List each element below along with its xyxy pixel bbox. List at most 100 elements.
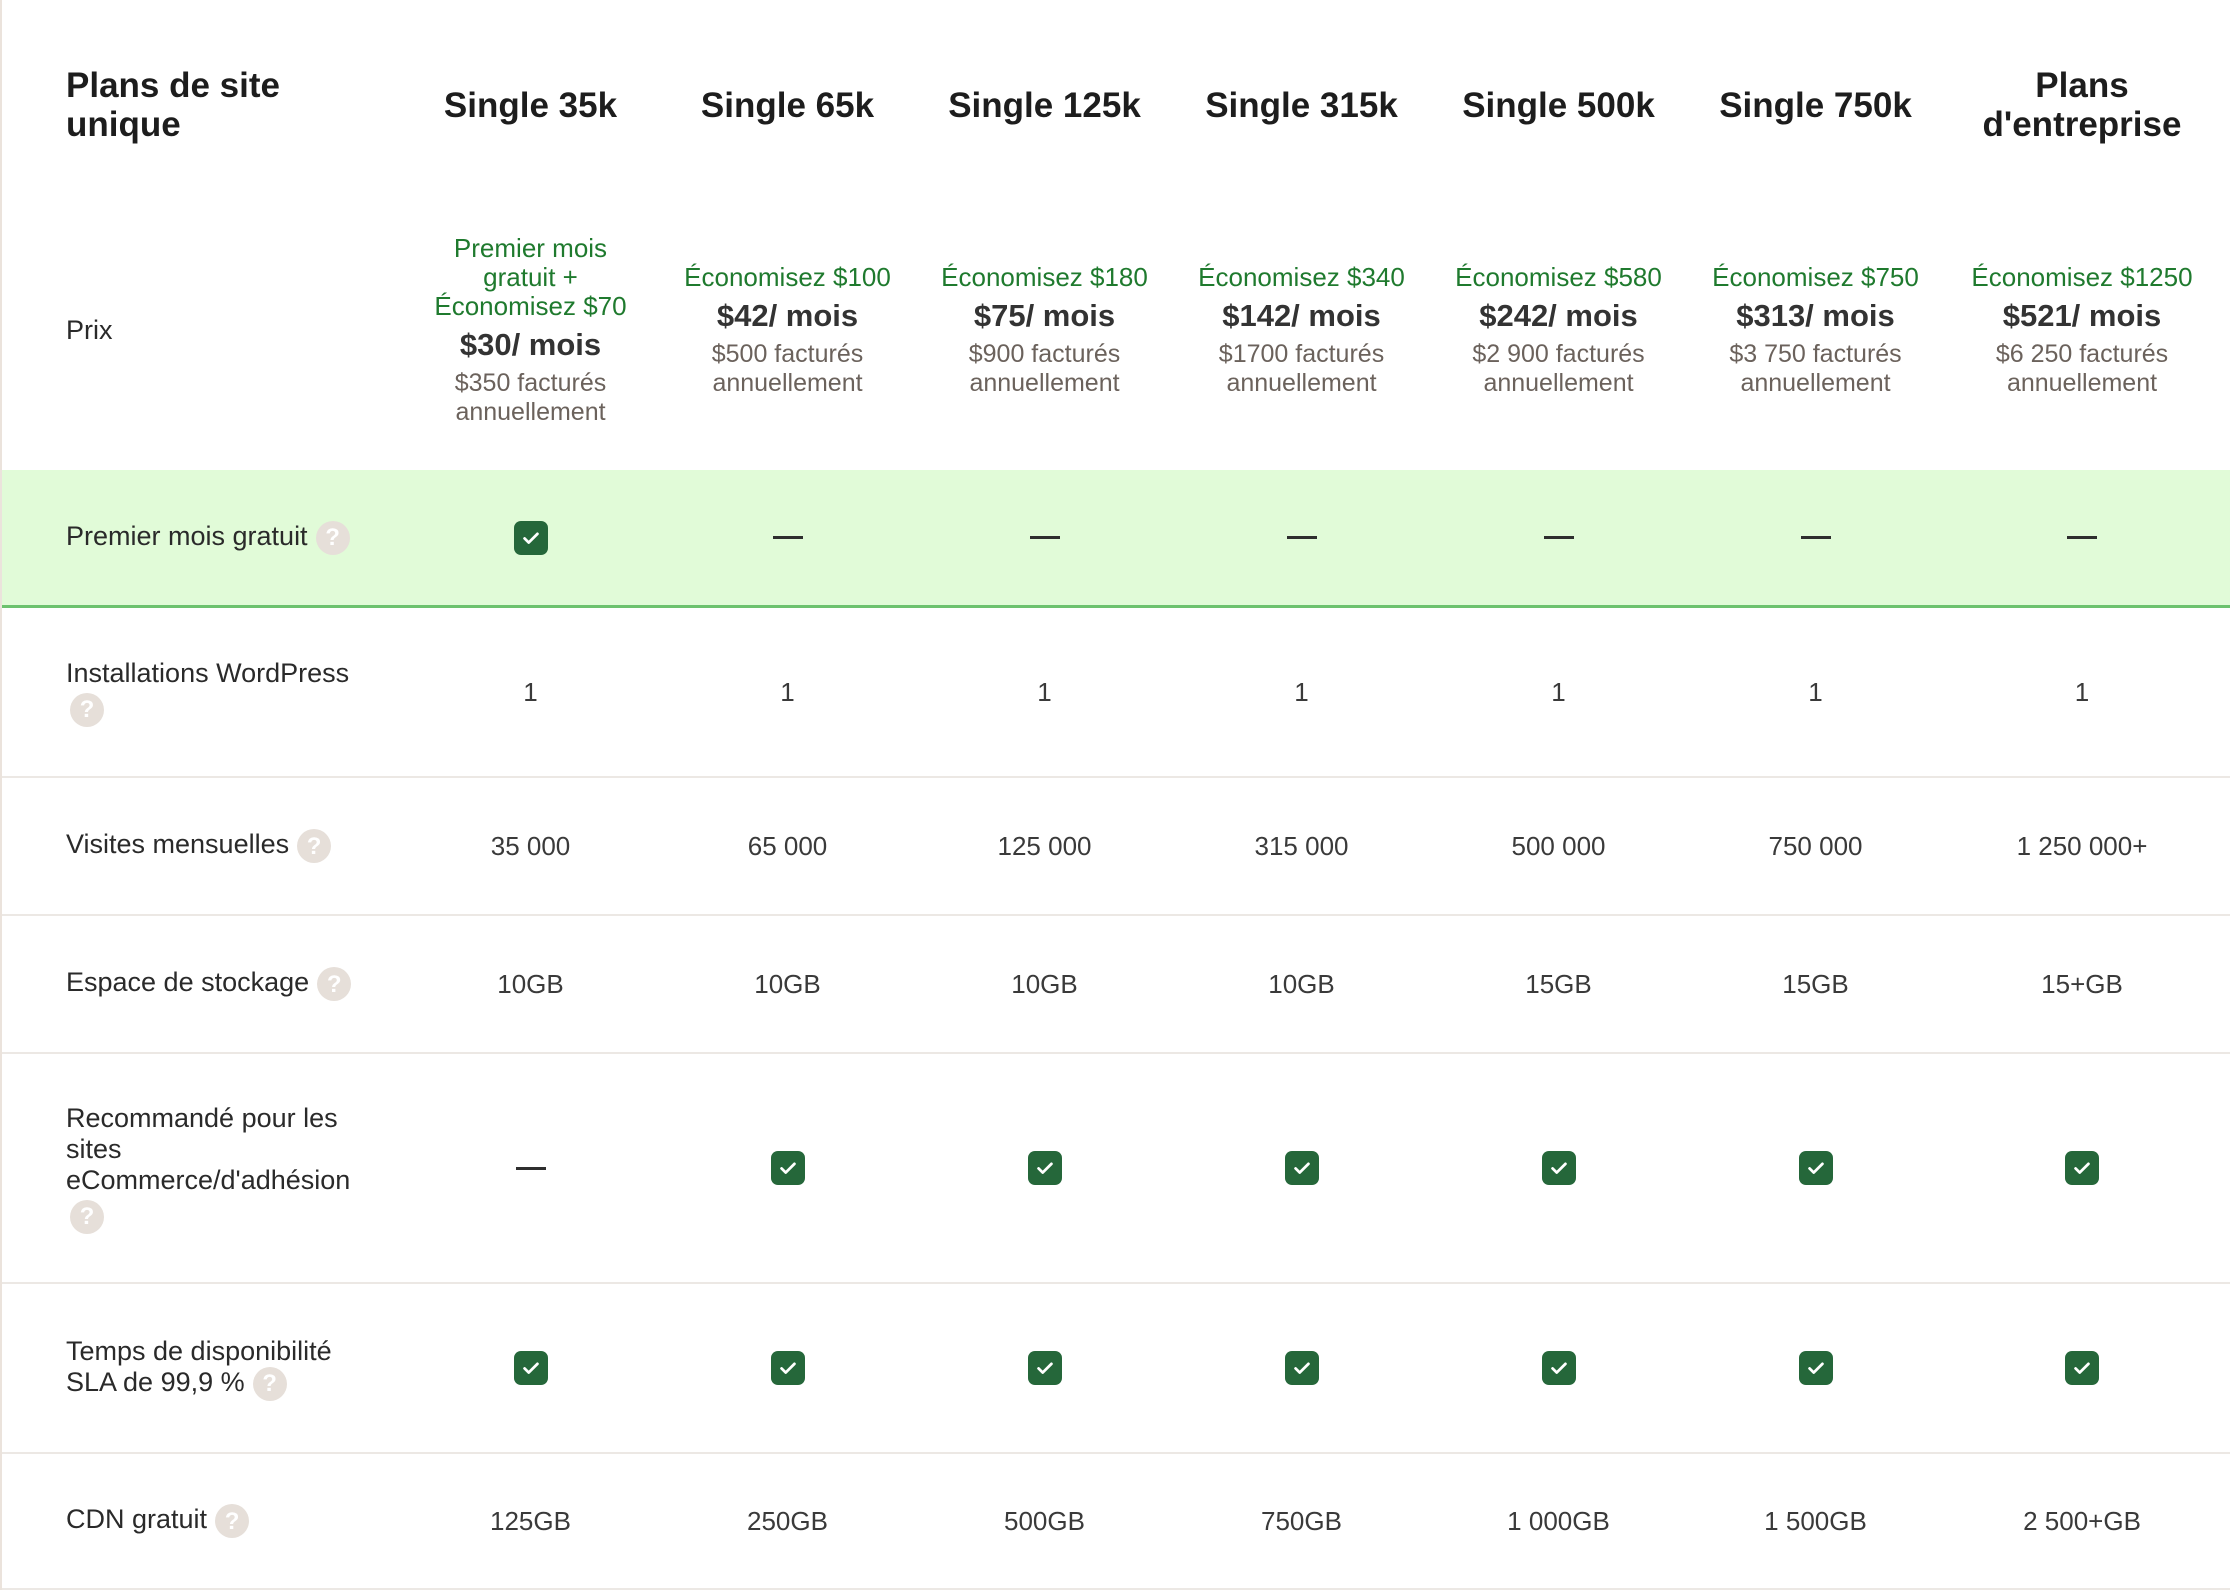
cell-value: 10GB (1011, 968, 1078, 999)
feature-cell (1173, 1151, 1430, 1185)
plan-name-5: Single 750k (1719, 85, 1912, 125)
feature-cell: 10GB (1173, 969, 1430, 1000)
feature-label: Visites mensuelles? (2, 829, 402, 863)
plan-name-2: Single 125k (948, 85, 1141, 125)
feature-label: Premier mois gratuit? (2, 520, 402, 555)
help-icon[interactable]: ? (297, 829, 332, 863)
feature-cell (402, 520, 659, 555)
feature-label-text: Recommandé pour les sites eCommerce/d'ad… (66, 1102, 351, 1195)
feature-cell: 1 (1430, 677, 1687, 708)
feature-cell (1687, 1351, 1944, 1385)
savings-text: Premier mois gratuit + Économisez $70 (434, 232, 627, 321)
feature-row: Installations WordPress? 1 1 1 1 1 1 1 (2, 608, 2230, 778)
feature-cell: 750GB (1173, 1506, 1430, 1537)
check-icon (2065, 1151, 2099, 1185)
feature-cell: 315 000 (1173, 831, 1430, 862)
pricing-comparison-table: Plans de site unique Single 35k Single 6… (0, 0, 2230, 1590)
cell-value: 1 500GB (1764, 1505, 1867, 1536)
help-icon[interactable]: ? (317, 967, 352, 1001)
check-icon (513, 1351, 548, 1385)
annual-billing: $900 facturés annuellement (968, 339, 1121, 397)
feature-label: CDN gratuit? (2, 1504, 402, 1538)
annual-billing: $2 900 facturés annuellement (1472, 339, 1645, 397)
feature-label: Espace de stockage? (2, 967, 402, 1001)
monthly-price: $75/ mois (973, 297, 1116, 333)
feature-cell: 125 000 (916, 831, 1173, 862)
cell-value: 15GB (1782, 968, 1849, 999)
feature-cell (659, 1151, 916, 1185)
annual-billing: $1700 facturés annuellement (1218, 339, 1385, 397)
table-title: Plans de site unique (66, 66, 280, 144)
feature-cell: 1 (659, 677, 916, 708)
plan-header-row: Plans de site unique Single 35k Single 6… (2, 40, 2230, 170)
feature-row: Recommandé pour les sites eCommerce/d'ad… (2, 1054, 2230, 1284)
savings-text: Économisez $580 (1455, 261, 1662, 292)
check-icon (1541, 1151, 1576, 1185)
feature-cell: 250GB (659, 1506, 916, 1537)
dash-icon (772, 536, 803, 539)
feature-cell: 15GB (1687, 969, 1944, 1000)
savings-text: Économisez $100 (684, 261, 891, 292)
cell-value: 1 250 000+ (2016, 830, 2148, 861)
feature-label-text: Installations WordPress (66, 657, 350, 688)
feature-cell: 125GB (402, 1506, 659, 1537)
feature-cell: 1 250 000+ (1944, 831, 2220, 862)
plan-name-1: Single 65k (700, 85, 875, 125)
cell-value: 35 000 (490, 830, 571, 861)
cell-value: 65 000 (747, 830, 828, 861)
cell-value: 1 (780, 676, 795, 707)
feature-cell: 1 500GB (1687, 1506, 1944, 1537)
savings-text: Économisez $180 (941, 261, 1148, 292)
cell-value: 125GB (490, 1505, 571, 1536)
feature-label-text: CDN gratuit (66, 1504, 208, 1535)
cell-value: 750 000 (1768, 830, 1863, 861)
cell-value: 1 (2074, 676, 2090, 707)
check-icon (1798, 1351, 1833, 1385)
help-icon[interactable]: ? (315, 520, 350, 555)
cell-value: 1 (1294, 676, 1309, 707)
feature-cell (1173, 1351, 1430, 1385)
price-cell-2: Économisez $180 $75/ mois $900 facturés … (916, 261, 1173, 398)
annual-billing: $6 250 facturés annuellement (1995, 339, 2169, 397)
feature-cell: 1 (1944, 677, 2220, 708)
cell-value: 315 000 (1254, 830, 1349, 861)
check-icon (2065, 1351, 2099, 1385)
help-icon[interactable]: ? (70, 1199, 104, 1234)
help-icon[interactable]: ? (215, 1504, 250, 1538)
cell-value: 10GB (497, 968, 564, 999)
feature-row: Premier mois gratuit? (2, 470, 2230, 608)
help-icon[interactable]: ? (252, 1366, 287, 1401)
plan-name-6: Plans d'entreprise (1982, 66, 2182, 144)
feature-cell: 500GB (916, 1506, 1173, 1537)
cell-value: 10GB (1268, 968, 1335, 999)
dash-icon (1800, 536, 1831, 539)
cell-value: 1 (1037, 676, 1052, 707)
savings-text: Économisez $1250 (1971, 261, 2193, 292)
plan-name-3: Single 315k (1205, 85, 1398, 125)
dash-icon (1543, 536, 1574, 539)
feature-cell (1687, 536, 1944, 539)
check-icon (1541, 1351, 1576, 1385)
feature-cell: 10GB (659, 969, 916, 1000)
feature-label-text: Visites mensuelles (66, 829, 290, 860)
plan-name-4: Single 500k (1462, 85, 1655, 125)
feature-cell: 1 (402, 677, 659, 708)
cell-value: 1 (523, 676, 538, 707)
monthly-price: $30/ mois (459, 326, 602, 362)
cell-value: 15+GB (2041, 968, 2123, 999)
price-row: Prix Premier mois gratuit + Économisez $… (2, 190, 2230, 470)
dash-icon (1029, 536, 1060, 539)
feature-label-text: Premier mois gratuit (66, 520, 308, 551)
feature-cell (659, 1351, 916, 1385)
feature-cell (1430, 1351, 1687, 1385)
help-icon[interactable]: ? (70, 692, 104, 727)
dash-icon (1286, 536, 1317, 539)
check-icon (1027, 1351, 1062, 1385)
cell-value: 1 000GB (1507, 1505, 1610, 1536)
cell-value: 750GB (1261, 1505, 1342, 1536)
feature-cell: 10GB (916, 969, 1173, 1000)
check-icon (770, 1151, 805, 1185)
feature-row: Visites mensuelles? 35 000 65 000 125 000 31… (2, 778, 2230, 916)
check-icon (1284, 1151, 1319, 1185)
cell-value: 1 (1551, 676, 1566, 707)
